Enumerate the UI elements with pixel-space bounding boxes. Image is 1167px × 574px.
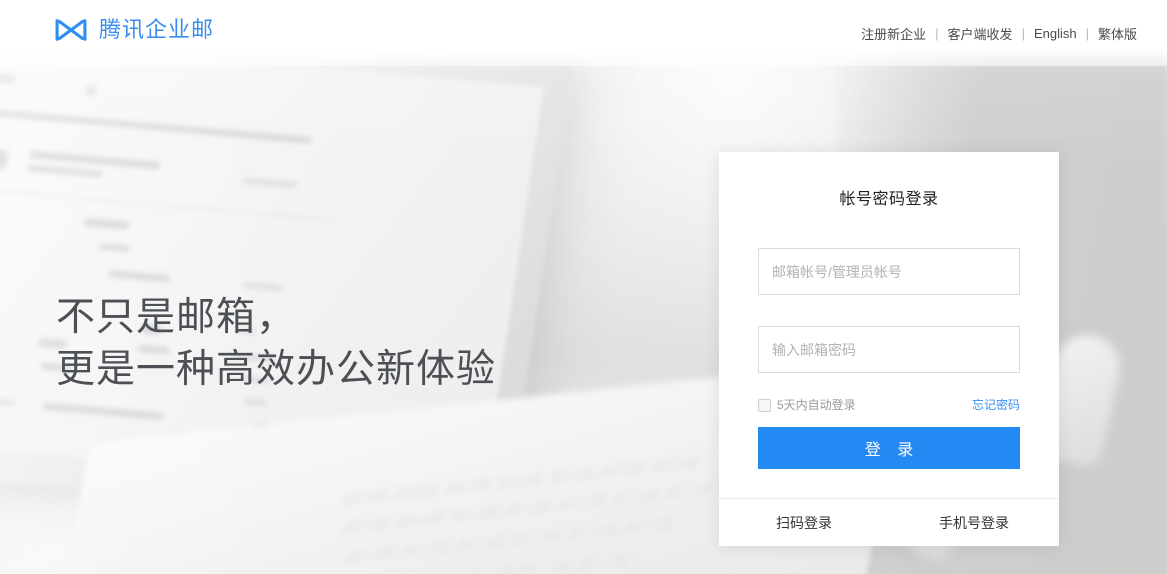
nav-english[interactable]: English [1034,26,1077,41]
brand-logo[interactable]: 腾讯企业邮 [54,17,214,43]
hero-line-2: 更是一种高效办公新体验 [56,348,497,391]
page-header: 腾讯企业邮 注册新企业 | 客户端收发 | English | 繁体版 [0,0,1167,66]
login-form: 5天内自动登录 忘记密码 登 录 [719,248,1059,498]
nav-separator: | [1021,26,1025,41]
hero-line-1: 不只是邮箱， [56,296,297,339]
nav-separator: | [935,26,939,41]
remember-me-checkbox[interactable] [758,398,771,412]
nav-separator: | [1085,26,1089,41]
nav-traditional-chinese[interactable]: 繁体版 [1098,24,1137,43]
login-options-row: 5天内自动登录 忘记密码 [758,396,1020,414]
qrcode-login-link[interactable]: 扫码登录 [719,516,889,530]
nav-client-mail[interactable]: 客户端收发 [948,24,1013,43]
password-input[interactable] [758,326,1020,373]
login-submit-button[interactable]: 登 录 [758,427,1020,469]
tencent-exmail-logo-icon [55,19,87,41]
remember-me-toggle[interactable]: 5天内自动登录 [758,398,856,412]
login-card: 帐号密码登录 5天内自动登录 忘记密码 登 录 扫码登录 手机号登录 [719,152,1059,546]
login-title: 帐号密码登录 [839,191,939,208]
remember-me-label: 5天内自动登录 [777,398,856,412]
phone-login-link[interactable]: 手机号登录 [889,516,1059,530]
hero-headline: 不只是邮箱， 更是一种高效办公新体验 [56,292,496,396]
nav-register-enterprise[interactable]: 注册新企业 [861,24,926,43]
form-bottom-spacer [758,469,1020,498]
top-navigation: 注册新企业 | 客户端收发 | English | 繁体版 [861,24,1137,43]
forgot-password-link[interactable]: 忘记密码 [972,399,1020,411]
account-input[interactable] [758,248,1020,295]
brand-name: 腾讯企业邮 [99,17,215,42]
login-card-footer: 扫码登录 手机号登录 [719,498,1059,546]
